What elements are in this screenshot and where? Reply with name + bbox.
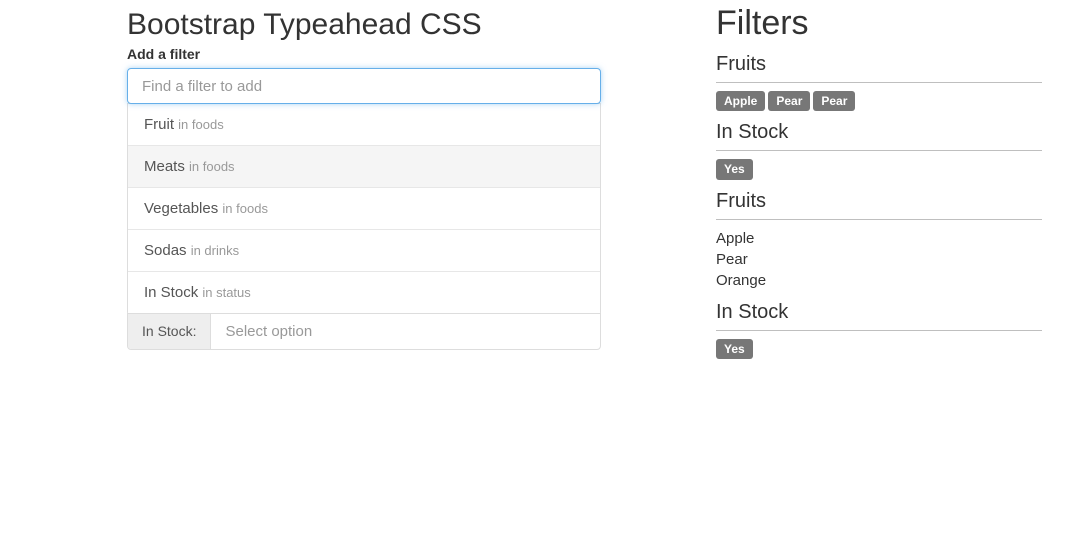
filter-tag[interactable]: Pear xyxy=(768,91,810,111)
filter-list-item: Orange xyxy=(716,270,1042,291)
filter-list-item: Apple xyxy=(716,228,1042,249)
filter-tag[interactable]: Pear xyxy=(813,91,855,111)
in-stock-select[interactable]: Select option xyxy=(211,314,600,349)
filter-tag[interactable]: Apple xyxy=(716,91,765,111)
suggestion-secondary: in foods xyxy=(222,201,268,216)
tag-group: ApplePearPear xyxy=(716,91,1042,111)
suggestion-name: Vegetables xyxy=(144,200,222,217)
filter-tag[interactable]: Yes xyxy=(716,159,753,179)
suggestion-name: Sodas xyxy=(144,242,191,259)
tag-group: Yes xyxy=(716,159,1042,179)
suggestion-item[interactable]: Meats in foods xyxy=(128,146,600,188)
suggestion-item[interactable]: In Stock in status xyxy=(128,272,600,313)
suggestion-dropdown: Fruit in foodsMeats in foodsVegetables i… xyxy=(127,103,601,314)
page-title: Bootstrap Typeahead CSS xyxy=(127,8,601,42)
add-filter-label: Add a filter xyxy=(127,46,601,62)
suggestion-name: Fruit xyxy=(144,116,178,133)
filters-title: Filters xyxy=(716,4,1042,43)
suggestion-secondary: in foods xyxy=(189,159,235,174)
filter-section-heading: Fruits xyxy=(716,190,1042,220)
filter-tag[interactable]: Yes xyxy=(716,339,753,359)
suggestion-item[interactable]: Fruit in foods xyxy=(128,104,600,146)
filter-section-heading: In Stock xyxy=(716,301,1042,331)
suggestion-item[interactable]: Vegetables in foods xyxy=(128,188,600,230)
filter-section-heading: Fruits xyxy=(716,53,1042,83)
filter-list: ApplePearOrange xyxy=(716,228,1042,291)
suggestion-name: In Stock xyxy=(144,284,202,301)
suggestion-item[interactable]: Sodas in drinks xyxy=(128,230,600,272)
filter-search-input[interactable] xyxy=(127,68,601,104)
filter-section-heading: In Stock xyxy=(716,121,1042,151)
suggestion-secondary: in status xyxy=(202,285,250,300)
in-stock-label: In Stock: xyxy=(128,314,211,349)
suggestion-name: Meats xyxy=(144,158,189,175)
filter-list-item: Pear xyxy=(716,249,1042,270)
tag-group: Yes xyxy=(716,339,1042,359)
suggestion-secondary: in foods xyxy=(178,117,224,132)
in-stock-row: In Stock: Select option xyxy=(127,313,601,350)
suggestion-secondary: in drinks xyxy=(191,243,239,258)
